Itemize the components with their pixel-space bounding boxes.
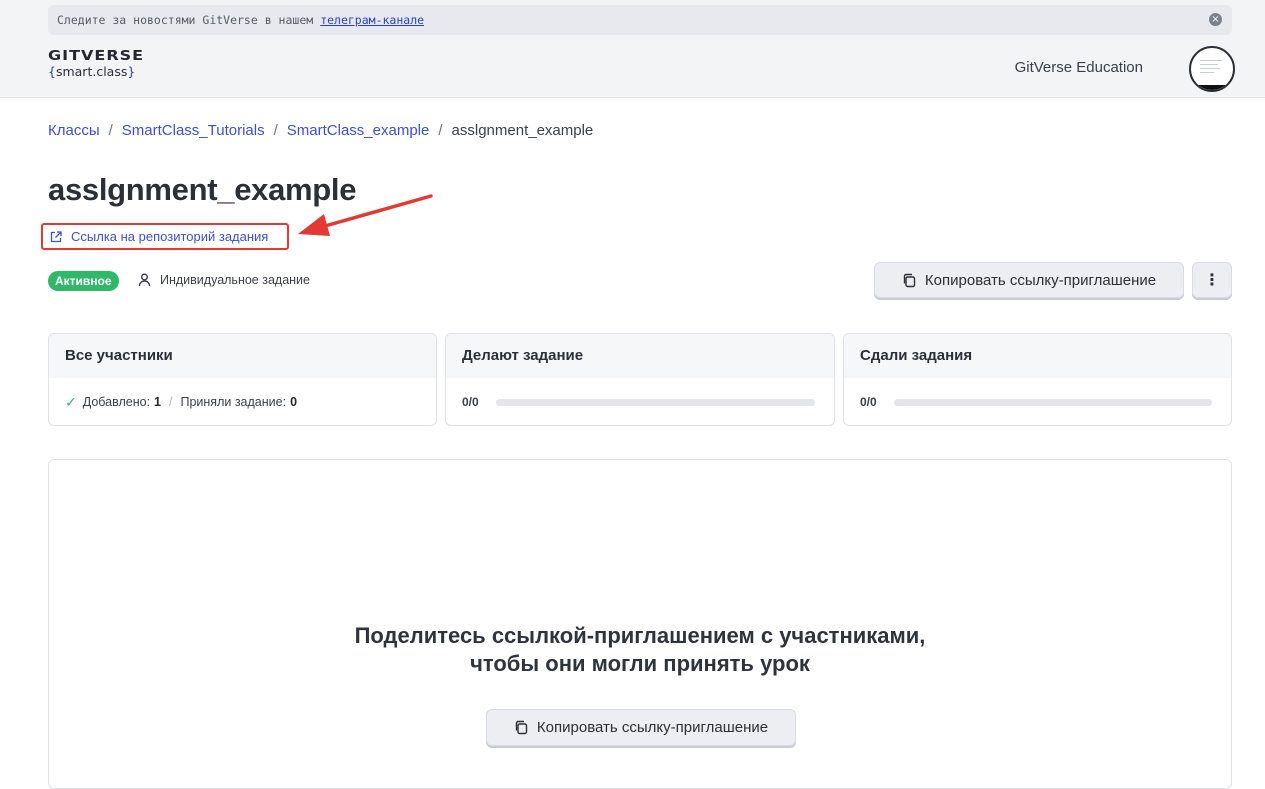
empty-state-message: Поделитесь ссылкой-приглашением с участн… <box>49 622 1231 678</box>
logo-subtitle: {smart.class} <box>48 64 136 79</box>
breadcrumb-separator: / <box>108 122 113 139</box>
close-icon[interactable]: × <box>1209 13 1222 26</box>
accepted-label: Приняли задание: <box>180 395 287 409</box>
doing-count: 0/0 <box>462 395 479 409</box>
doing-progress-bar <box>496 398 815 406</box>
repo-link[interactable]: Ссылка на репозиторий задания <box>41 223 289 250</box>
submitted-card: Сдали задания 0/0 <box>843 333 1232 426</box>
banner-text: Следите за новостями GitVerse в нашем <box>57 13 314 27</box>
assignment-type-label: Индивидуальное задание <box>160 273 310 287</box>
copy-invite-button[interactable]: Копировать ссылку-приглашение <box>874 262 1184 298</box>
breadcrumb-tutorials[interactable]: SmartClass_Tutorials <box>122 122 265 139</box>
news-banner: Следите за новостями GitVerse в нашем те… <box>48 5 1232 35</box>
breadcrumb: Классы / SmartClass_Tutorials / SmartCla… <box>48 122 593 139</box>
repo-link-label: Ссылка на репозиторий задания <box>71 229 269 244</box>
telegram-link[interactable]: телеграм-канале <box>320 13 424 27</box>
all-participants-card: Все участники ✓ Добавлено: 1 / Приняли з… <box>48 333 437 426</box>
copy-invite-label: Копировать ссылку-приглашение <box>536 719 769 736</box>
external-link-icon <box>50 230 62 243</box>
status-badge: Активное <box>48 271 119 291</box>
assignment-type: Индивидуальное задание <box>138 273 310 287</box>
empty-state-line2: чтобы они могли принять урок <box>470 651 810 676</box>
user-icon <box>138 273 151 287</box>
empty-state-panel: Поделитесь ссылкой-приглашением с участн… <box>48 459 1232 789</box>
breadcrumb-separator: / <box>273 122 278 139</box>
org-name[interactable]: GitVerse Education <box>1015 59 1143 76</box>
check-icon: ✓ <box>65 393 77 410</box>
logo[interactable]: GITVERSE {smart.class} <box>48 49 144 79</box>
accepted-count: 0 <box>290 395 298 409</box>
breadcrumb-classes[interactable]: Классы <box>48 122 100 139</box>
breadcrumb-example[interactable]: SmartClass_example <box>287 122 430 139</box>
annotation-arrow <box>298 194 433 236</box>
copy-icon <box>902 273 916 288</box>
card-title: Сдали задания <box>844 334 1231 378</box>
card-title: Делают задание <box>446 334 834 378</box>
copy-icon <box>514 720 528 735</box>
stat-separator: / <box>169 395 173 409</box>
more-icon: ⋮ <box>1204 272 1220 289</box>
added-label: Добавлено: <box>82 395 151 409</box>
top-header: Следите за новостями GitVerse в нашем те… <box>0 0 1265 98</box>
card-title: Все участники <box>49 334 436 378</box>
copy-invite-label: Копировать ссылку-приглашение <box>924 271 1157 289</box>
logo-wordmark: GITVERSE <box>48 47 145 64</box>
breadcrumb-separator: / <box>438 122 443 139</box>
added-count: 1 <box>154 395 161 409</box>
more-menu-button[interactable]: ⋮ <box>1192 262 1232 298</box>
breadcrumb-current: asslgnment_example <box>451 122 594 139</box>
copy-invite-button-secondary[interactable]: Копировать ссылку-приглашение <box>486 709 796 746</box>
doing-card: Делают задание 0/0 <box>445 333 835 426</box>
submitted-progress-bar <box>894 398 1212 406</box>
submitted-count: 0/0 <box>860 395 877 409</box>
avatar[interactable] <box>1189 46 1235 92</box>
empty-state-line1: Поделитесь ссылкой-приглашением с участн… <box>354 623 926 648</box>
